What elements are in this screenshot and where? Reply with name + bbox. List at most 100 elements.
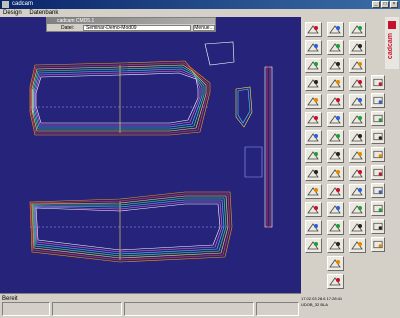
tool-button[interactable] <box>349 166 366 181</box>
title-bar: cadcam _ □ × <box>0 0 400 9</box>
tool-button[interactable] <box>327 148 344 163</box>
tool-button[interactable] <box>305 22 322 37</box>
tool-button[interactable] <box>349 22 366 37</box>
tool-button[interactable] <box>327 220 344 235</box>
tool-icon <box>351 25 363 34</box>
tool-icon <box>373 132 383 141</box>
status-cell <box>52 302 122 316</box>
tool-icon <box>373 240 383 249</box>
tool-icon <box>351 79 363 88</box>
tool-button[interactable] <box>327 130 344 145</box>
tool-button[interactable] <box>305 220 322 235</box>
tool-button[interactable] <box>371 201 385 216</box>
status-cell <box>124 302 254 316</box>
tool-icon <box>329 169 341 178</box>
tool-button[interactable] <box>371 165 385 180</box>
tool-button[interactable] <box>327 76 344 91</box>
tool-button[interactable] <box>371 183 385 198</box>
tool-button[interactable] <box>305 166 322 181</box>
tool-icon <box>329 277 341 286</box>
tool-button[interactable] <box>371 111 385 126</box>
tool-button[interactable] <box>349 238 366 253</box>
logo-text: cadcam <box>387 33 394 60</box>
tool-button[interactable] <box>349 148 366 163</box>
tool-button[interactable] <box>349 94 366 109</box>
tool-icon <box>351 223 363 232</box>
tool-icon <box>351 43 363 52</box>
menu-datenbank[interactable]: Datenbank <box>29 10 58 16</box>
tool-button[interactable] <box>349 130 366 145</box>
info-panel: 17.02.03 28.6 17:28:41 UDOB_32 BLA <box>301 296 371 308</box>
tool-button[interactable] <box>371 75 385 90</box>
tool-icon <box>329 223 341 232</box>
tool-icon <box>307 115 319 124</box>
cadcam-logo: cadcam <box>385 17 399 69</box>
tool-icon <box>373 150 383 159</box>
file-label: Datei: <box>61 25 75 31</box>
app-icon <box>2 1 9 8</box>
file-field[interactable]: Seminar-Demo-Mod09 <box>83 25 191 31</box>
window-title: cadcam <box>12 1 34 7</box>
tool-button[interactable] <box>349 184 366 199</box>
tool-button[interactable] <box>305 130 322 145</box>
tool-icon <box>329 241 341 250</box>
tool-button[interactable] <box>327 238 344 253</box>
tool-button[interactable] <box>305 148 322 163</box>
status-cell <box>256 302 299 316</box>
tool-button[interactable] <box>349 40 366 55</box>
tool-button[interactable] <box>305 58 322 73</box>
tool-icon <box>373 96 383 105</box>
minimize-button[interactable]: _ <box>372 1 380 8</box>
tool-button[interactable] <box>327 274 344 289</box>
tool-button[interactable] <box>371 93 385 108</box>
tool-button[interactable] <box>327 40 344 55</box>
menu-design[interactable]: Design <box>3 10 22 16</box>
file-dialog: cadcam CMD5.1 Datei: Seminar-Demo-Mod09 … <box>46 17 216 32</box>
tool-icon <box>307 187 319 196</box>
tool-button[interactable] <box>305 112 322 127</box>
tool-button[interactable] <box>349 58 366 73</box>
tool-button[interactable] <box>305 94 322 109</box>
maximize-button[interactable]: □ <box>381 1 389 8</box>
tool-icon <box>351 205 363 214</box>
tool-button[interactable] <box>327 112 344 127</box>
tool-button[interactable] <box>305 76 322 91</box>
tool-button[interactable] <box>327 202 344 217</box>
menu-button[interactable]: Menue... <box>193 25 215 31</box>
tool-button[interactable] <box>349 202 366 217</box>
tool-icon <box>329 25 341 34</box>
tool-icon <box>351 241 363 250</box>
tool-icon <box>373 222 383 231</box>
tool-button[interactable] <box>371 237 385 252</box>
tool-button[interactable] <box>371 129 385 144</box>
tool-button[interactable] <box>327 94 344 109</box>
tool-icon <box>307 205 319 214</box>
tool-button[interactable] <box>327 256 344 271</box>
tool-icon <box>351 151 363 160</box>
tool-button[interactable] <box>371 147 385 162</box>
tool-icon <box>373 186 383 195</box>
tool-button[interactable] <box>305 202 322 217</box>
tool-button[interactable] <box>327 58 344 73</box>
close-button[interactable]: × <box>390 1 398 8</box>
tool-button[interactable] <box>327 22 344 37</box>
tool-icon <box>307 223 319 232</box>
tool-icon <box>329 133 341 142</box>
tool-button[interactable] <box>305 40 322 55</box>
tool-icon <box>351 97 363 106</box>
tool-button[interactable] <box>371 219 385 234</box>
tool-icon <box>307 61 319 70</box>
tool-icon <box>307 241 319 250</box>
pattern-canvas[interactable]: cadcam CMD5.1 Datei: Seminar-Demo-Mod09 … <box>0 17 301 293</box>
tool-button[interactable] <box>349 76 366 91</box>
tool-button[interactable] <box>305 184 322 199</box>
tool-icon <box>307 97 319 106</box>
tool-button[interactable] <box>349 220 366 235</box>
tool-button[interactable] <box>349 112 366 127</box>
tool-button[interactable] <box>327 166 344 181</box>
tool-icon <box>373 78 383 87</box>
tool-button[interactable] <box>327 184 344 199</box>
tool-button[interactable] <box>305 238 322 253</box>
tool-icon <box>329 115 341 124</box>
lower-pattern-piece <box>29 191 233 263</box>
